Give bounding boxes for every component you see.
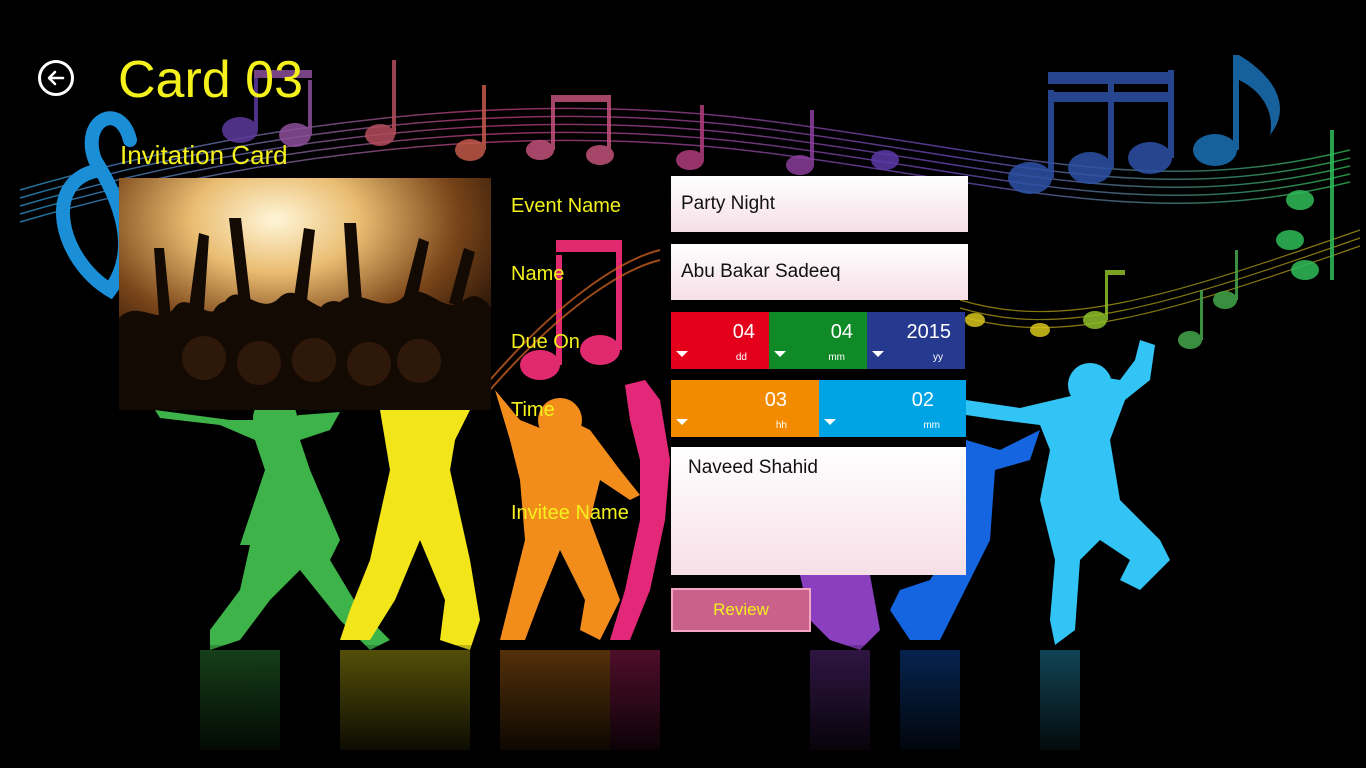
day-unit: dd [735, 352, 747, 363]
event-name-label: Event Name [511, 195, 622, 217]
dropdown-arrow-icon [824, 419, 836, 425]
review-button[interactable]: Review [671, 588, 811, 632]
minute-value: 02 [911, 389, 934, 411]
month-picker[interactable]: 04 mm [769, 312, 867, 369]
invitee-name-label: Invitee Name [511, 502, 629, 524]
year-value: 2015 [906, 321, 952, 343]
year-unit: yy [933, 352, 943, 363]
dropdown-arrow-icon [676, 419, 688, 425]
name-label: Name [511, 263, 565, 285]
event-name-input[interactable] [671, 176, 968, 232]
minute-unit: mm [923, 420, 940, 431]
day-value: 04 [732, 321, 755, 343]
hour-unit: hh [775, 420, 787, 431]
invitee-name-input[interactable]: Naveed Shahid [671, 447, 966, 575]
back-arrow-icon [47, 70, 65, 86]
back-button[interactable] [38, 60, 74, 96]
month-unit: mm [828, 352, 845, 363]
due-on-label: Due On [511, 331, 580, 353]
section-title: Invitation Card [120, 140, 288, 170]
dropdown-arrow-icon [774, 351, 786, 357]
name-input[interactable] [671, 244, 968, 300]
year-picker[interactable]: 2015 yy [867, 312, 965, 369]
party-crowd-image [119, 178, 491, 410]
hour-picker[interactable]: 03 hh [671, 380, 819, 437]
day-picker[interactable]: 04 dd [671, 312, 769, 369]
minute-picker[interactable]: 02 mm [819, 380, 966, 437]
time-label: Time [511, 399, 555, 421]
month-value: 04 [830, 321, 853, 343]
page-title: Card 03 [118, 51, 303, 109]
dropdown-arrow-icon [872, 351, 884, 357]
dropdown-arrow-icon [676, 351, 688, 357]
hour-value: 03 [764, 389, 787, 411]
